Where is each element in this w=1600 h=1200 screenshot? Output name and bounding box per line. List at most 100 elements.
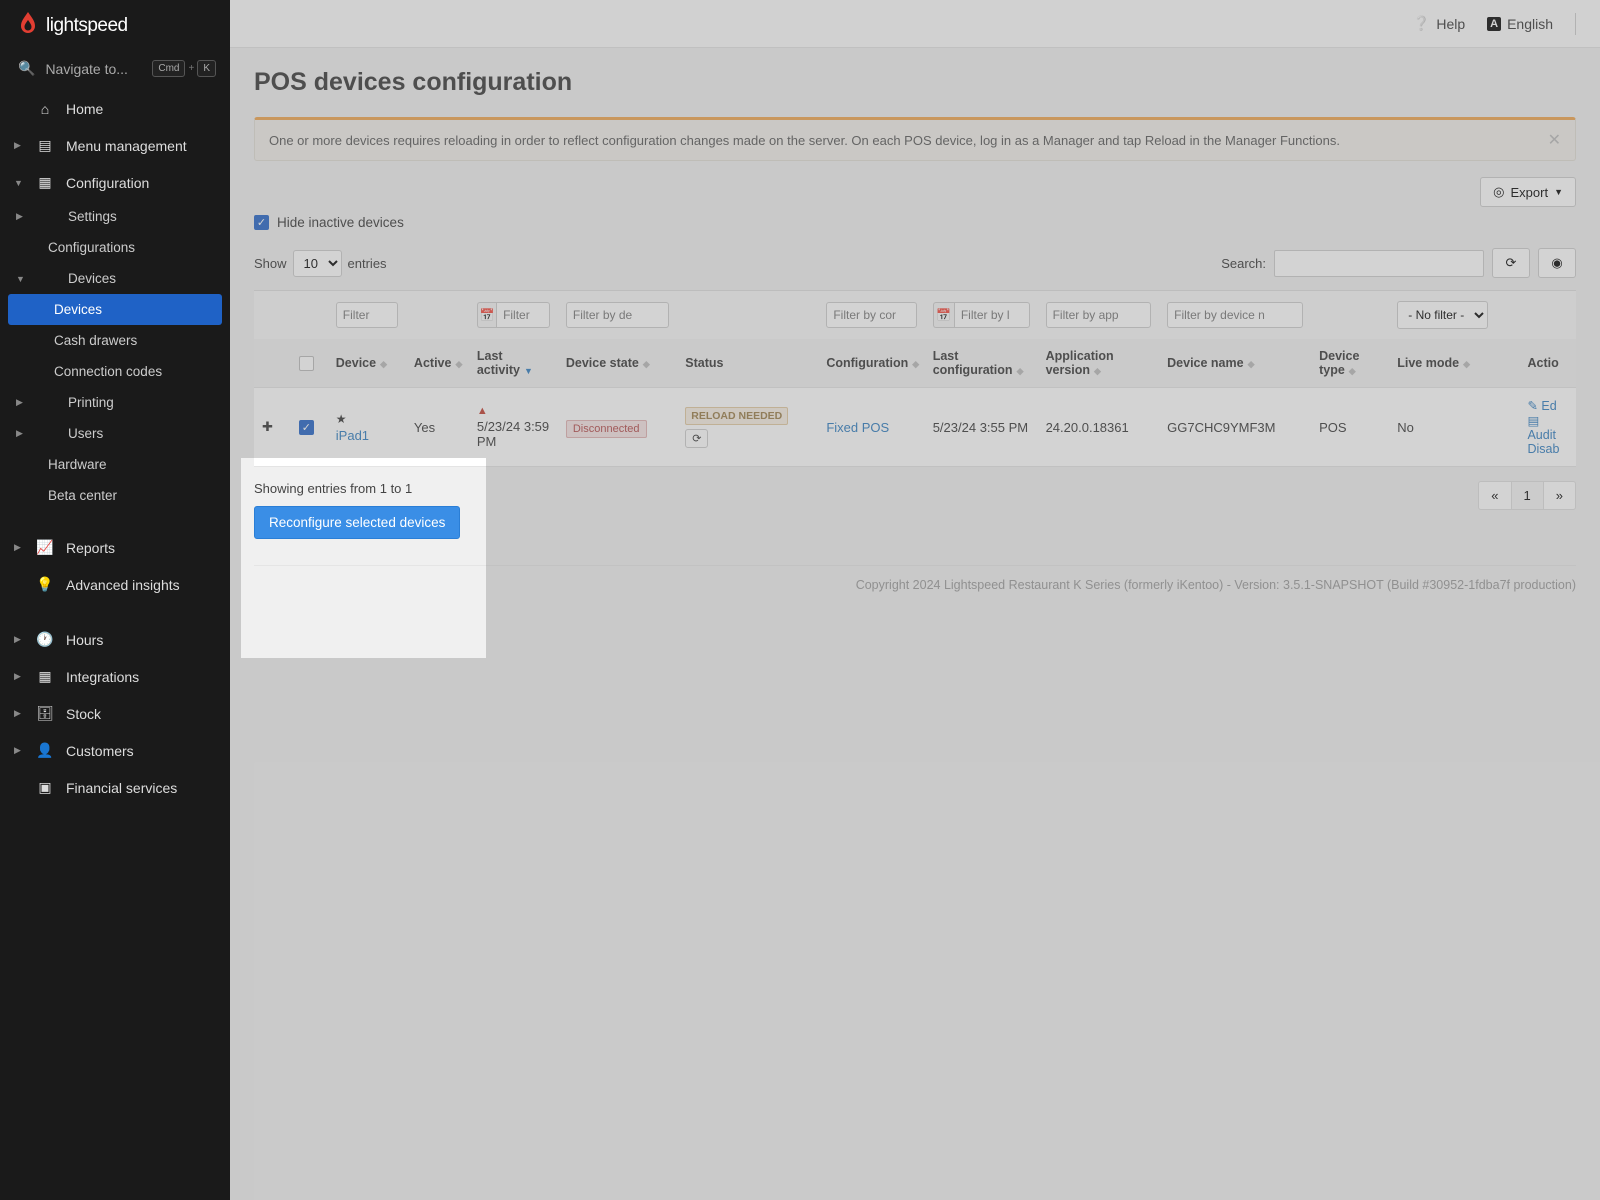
action-edit[interactable]: ✎ Ed: [1527, 398, 1568, 413]
cell-last-config: 5/23/24 3:55 PM: [925, 388, 1038, 467]
logo: lightspeed: [0, 0, 230, 52]
user-icon: 👤: [36, 742, 54, 759]
nav-advanced-insights[interactable]: 💡Advanced insights: [0, 566, 230, 603]
col-device-name[interactable]: Device name◆: [1159, 339, 1311, 388]
state-badge: Disconnected: [566, 420, 647, 438]
show-label: Show: [254, 256, 287, 271]
col-configuration[interactable]: Configuration◆: [818, 339, 924, 388]
reload-row-button[interactable]: ⟳: [685, 429, 708, 448]
kbd-cmd: Cmd: [152, 60, 185, 77]
filter-device-state[interactable]: [566, 302, 669, 328]
nav-connection-codes[interactable]: Connection codes: [0, 356, 230, 387]
close-icon[interactable]: ✕: [1548, 130, 1561, 150]
col-active[interactable]: Active◆: [406, 339, 469, 388]
status-badge: RELOAD NEEDED: [685, 407, 788, 425]
device-link[interactable]: iPad1: [336, 428, 369, 443]
search-icon: 🔍: [18, 60, 35, 77]
flame-icon: [18, 12, 38, 40]
nav-reports[interactable]: ▶📈Reports: [0, 529, 230, 566]
nav-customers[interactable]: ▶👤Customers: [0, 732, 230, 769]
settings-button[interactable]: ◉: [1538, 248, 1576, 278]
pager-next[interactable]: »: [1544, 481, 1576, 510]
bulb-icon: 💡: [36, 576, 54, 593]
refresh-button[interactable]: ⟳: [1492, 248, 1530, 278]
devices-table: 📅 📅 - No filter -: [254, 290, 1576, 467]
search-input[interactable]: [1274, 250, 1484, 277]
hide-inactive-checkbox[interactable]: ✓: [254, 215, 269, 230]
filter-device-name[interactable]: [1167, 302, 1303, 328]
nav-hardware[interactable]: Hardware: [0, 449, 230, 480]
row-checkbox[interactable]: ✓: [299, 420, 314, 435]
nav-cash-drawers[interactable]: Cash drawers: [0, 325, 230, 356]
nav-configurations[interactable]: Configurations: [0, 232, 230, 263]
export-button[interactable]: ◎Export▼: [1480, 177, 1576, 207]
calendar-icon[interactable]: 📅: [477, 302, 496, 328]
nav-settings[interactable]: ▶Settings: [0, 201, 230, 232]
caret-down-icon: ▼: [1554, 187, 1563, 197]
expand-icon[interactable]: ✚: [262, 419, 273, 434]
nav-financial-services[interactable]: ▣Financial services: [0, 769, 230, 806]
col-device[interactable]: Device◆: [328, 339, 406, 388]
cell-device-name: GG7CHC9YMF3M: [1159, 388, 1311, 467]
pager-prev[interactable]: «: [1478, 481, 1511, 510]
star-icon: ★: [336, 412, 398, 426]
configuration-link[interactable]: Fixed POS: [826, 420, 889, 435]
main: ❔Help AEnglish POS devices configuration…: [230, 0, 1600, 1200]
action-audit[interactable]: ▤ Audit: [1527, 413, 1568, 442]
pagination: « 1 »: [1478, 481, 1576, 510]
search-label: Search:: [1221, 256, 1266, 271]
cell-device-type: POS: [1311, 388, 1389, 467]
nav-stock[interactable]: ▶🗄Stock: [0, 695, 230, 732]
navigate-search[interactable]: 🔍 Navigate to... Cmd + K: [0, 52, 230, 91]
refresh-icon: ⟳: [1506, 255, 1517, 271]
col-status: Status: [677, 339, 818, 388]
divider: [1575, 13, 1576, 35]
col-live-mode[interactable]: Live mode◆: [1389, 339, 1519, 388]
filter-configuration[interactable]: [826, 302, 916, 328]
filter-last-config[interactable]: [954, 302, 1030, 328]
reconfigure-button[interactable]: Reconfigure selected devices: [254, 506, 460, 539]
book-icon: ▤: [36, 137, 54, 154]
pager-page-1[interactable]: 1: [1512, 481, 1544, 510]
col-actions: Actio: [1519, 339, 1576, 388]
nav-menu-management[interactable]: ▶▤Menu management: [0, 127, 230, 164]
help-link[interactable]: ❔Help: [1413, 15, 1465, 32]
nav-printing[interactable]: ▶Printing: [0, 387, 230, 418]
entries-select[interactable]: 10: [293, 250, 342, 277]
language-switch[interactable]: AEnglish: [1487, 16, 1553, 32]
col-last-config[interactable]: Last configuration◆: [925, 339, 1038, 388]
hide-inactive-label: Hide inactive devices: [277, 215, 404, 230]
target-icon: ◎: [1493, 184, 1504, 200]
select-all-checkbox[interactable]: ✓: [299, 356, 314, 371]
sidebar: lightspeed 🔍 Navigate to... Cmd + K ⌂Hom…: [0, 0, 230, 1200]
nav-hours[interactable]: ▶🕐Hours: [0, 621, 230, 658]
col-last-activity[interactable]: Last activity▼: [469, 339, 558, 388]
help-icon: ❔: [1413, 15, 1430, 32]
nav-home[interactable]: ⌂Home: [0, 91, 230, 127]
apps-icon: ▦: [36, 668, 54, 685]
showing-text: Showing entries from 1 to 1: [254, 481, 460, 496]
filter-device[interactable]: [336, 302, 398, 328]
nav-configuration[interactable]: ▼▦Configuration: [0, 164, 230, 201]
col-device-type[interactable]: Device type◆: [1311, 339, 1389, 388]
col-device-state[interactable]: Device state◆: [558, 339, 677, 388]
filter-last-activity[interactable]: [496, 302, 550, 328]
calendar-icon[interactable]: 📅: [933, 302, 954, 328]
brand-text: lightspeed: [46, 15, 128, 37]
filter-live-mode[interactable]: - No filter -: [1397, 301, 1488, 329]
nav-users[interactable]: ▶Users: [0, 418, 230, 449]
clock-icon: 🕐: [36, 631, 54, 648]
col-app-version[interactable]: Application version◆: [1038, 339, 1160, 388]
nav-integrations[interactable]: ▶▦Integrations: [0, 658, 230, 695]
nav-devices[interactable]: Devices: [8, 294, 222, 325]
nav-devices-group[interactable]: ▼Devices: [0, 263, 230, 294]
chart-icon: 📈: [36, 539, 54, 556]
content: POS devices configuration One or more de…: [230, 48, 1600, 612]
kbd-k: K: [197, 60, 216, 77]
refresh-icon: ⟳: [692, 433, 701, 445]
page-title: POS devices configuration: [254, 68, 1576, 97]
action-disable[interactable]: Disab: [1527, 442, 1568, 456]
nav-beta-center[interactable]: Beta center: [0, 480, 230, 511]
filter-app-version[interactable]: [1046, 302, 1152, 328]
entries-label: entries: [348, 256, 387, 271]
